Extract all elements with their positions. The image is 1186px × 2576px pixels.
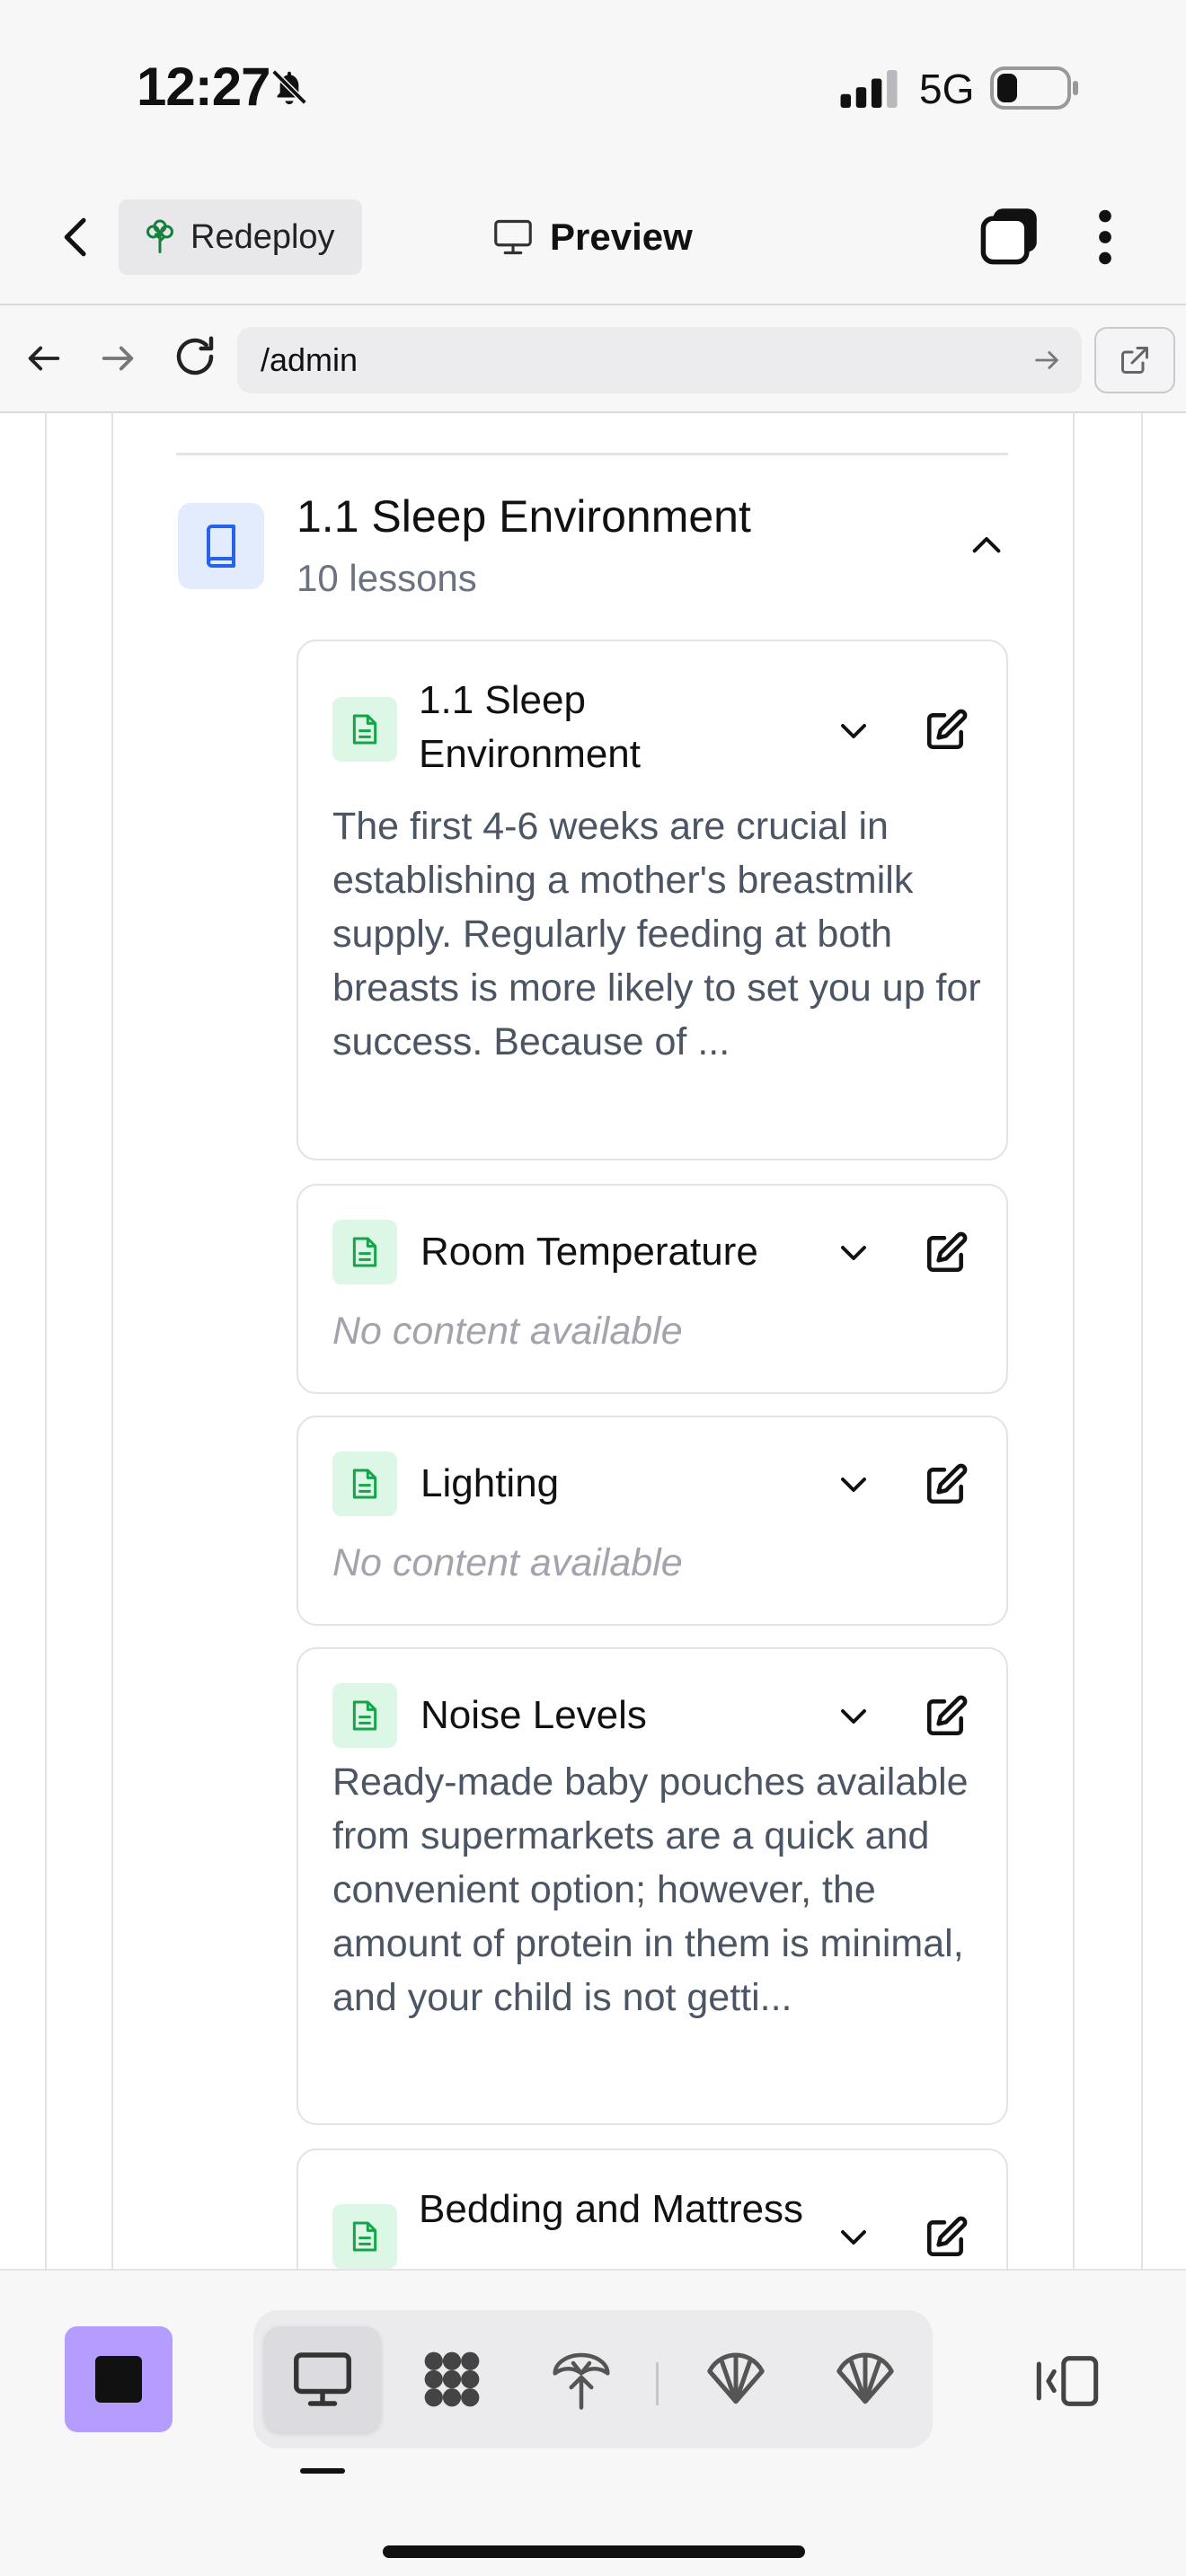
chevron-down-icon[interactable] <box>837 2224 870 2251</box>
edit-icon[interactable] <box>924 1231 969 1275</box>
lesson-icon-badge <box>332 1451 397 1516</box>
lesson-empty-text: No content available <box>332 1541 683 1584</box>
divider <box>176 453 1008 455</box>
mode-shell-b[interactable] <box>807 2326 924 2432</box>
lesson-preview: The first 4-6 weeks are crucial in estab… <box>332 805 981 1063</box>
url-field[interactable]: /admin <box>237 327 1082 393</box>
go-arrow-icon[interactable] <box>1031 345 1062 375</box>
edit-icon[interactable] <box>924 708 969 753</box>
chevron-down-icon[interactable] <box>837 1703 870 1730</box>
more-vertical-icon[interactable] <box>1087 208 1123 266</box>
lesson-card[interactable]: Noise Levels Ready-made baby pouches ava… <box>296 1647 1008 2125</box>
monitor-icon <box>494 219 532 255</box>
mode-deploy[interactable] <box>523 2326 640 2432</box>
battery-icon <box>990 66 1078 110</box>
view-mode-group <box>253 2310 933 2448</box>
shell-icon <box>836 2352 894 2404</box>
lesson-icon-badge <box>332 697 397 762</box>
book-icon <box>207 525 235 568</box>
page-content: 1.1 Sleep Environment 10 lessons 1.1 Sle… <box>0 413 1186 2269</box>
lesson-card[interactable]: Lighting No content available <box>296 1416 1008 1626</box>
active-mode-indicator <box>300 2468 345 2474</box>
open-external-button[interactable] <box>1094 327 1175 393</box>
edit-icon[interactable] <box>924 2215 969 2260</box>
document-icon <box>352 1469 377 1499</box>
lesson-preview: Ready-made baby pouches available from s… <box>332 1760 969 2019</box>
arrow-right-icon[interactable] <box>97 338 138 379</box>
mode-grid[interactable] <box>394 2326 510 2432</box>
document-icon <box>352 714 377 745</box>
mode-shell-a[interactable] <box>677 2326 794 2432</box>
redeploy-label: Redeploy <box>190 217 335 256</box>
lesson-card[interactable]: Bedding and Mattress <box>296 2148 1008 2269</box>
bottom-toolbar <box>0 2269 1186 2576</box>
external-link-icon <box>1121 347 1148 374</box>
url-text: /admin <box>261 341 358 378</box>
redeploy-button[interactable]: Redeploy <box>119 199 362 275</box>
module-icon-badge <box>178 503 264 589</box>
network-type: 5G <box>919 66 975 112</box>
preview-title[interactable]: Preview <box>492 210 693 264</box>
lesson-title: Room Temperature <box>420 1230 758 1274</box>
preview-label: Preview <box>550 216 693 258</box>
chevron-left-icon[interactable] <box>52 210 102 264</box>
chevron-down-icon[interactable] <box>837 1239 870 1266</box>
stop-button[interactable] <box>65 2326 173 2432</box>
status-time: 12:27 <box>137 57 270 117</box>
lesson-card[interactable]: Room Temperature No content available <box>296 1184 1008 1394</box>
monitor-icon <box>294 2352 351 2406</box>
chevron-up-icon[interactable] <box>969 528 1005 559</box>
module-lesson-count: 10 lessons <box>296 557 477 599</box>
tree-icon <box>553 2352 610 2410</box>
shell-icon <box>707 2352 765 2404</box>
home-indicator <box>383 2545 805 2558</box>
mode-desktop[interactable] <box>264 2326 381 2432</box>
mode-separator <box>656 2362 659 2405</box>
browser-bar: /admin <box>0 307 1186 413</box>
stop-icon <box>95 2356 142 2403</box>
lesson-empty-text: No content available <box>332 1310 683 1353</box>
edit-icon[interactable] <box>924 1694 969 1739</box>
chevron-down-icon[interactable] <box>837 718 870 745</box>
bell-slash-icon <box>271 69 307 105</box>
lesson-icon-badge <box>332 1220 397 1284</box>
module-title: 1.1 Sleep Environment <box>296 491 751 542</box>
lesson-title: Lighting <box>420 1461 560 1505</box>
reload-icon[interactable] <box>171 332 219 381</box>
lesson-title: Bedding and Mattress <box>419 2187 804 2231</box>
tree-icon <box>146 219 173 253</box>
document-icon <box>352 1700 377 1731</box>
lesson-title: Noise Levels <box>420 1693 647 1737</box>
lesson-title: 1.1 Sleep Environment <box>419 678 642 776</box>
status-bar: 12:27 5G <box>0 0 1186 171</box>
grid-icon <box>424 2351 480 2407</box>
chevron-down-icon[interactable] <box>837 1471 870 1498</box>
document-icon <box>352 2221 377 2252</box>
document-icon <box>352 1237 377 1267</box>
lesson-icon-badge <box>332 2204 397 2269</box>
panel-toggle-icon[interactable] <box>1033 2351 1102 2411</box>
edit-icon[interactable] <box>924 1462 969 1507</box>
lesson-icon-badge <box>332 1683 397 1748</box>
arrow-left-icon[interactable] <box>23 338 65 379</box>
app-header: Redeploy Preview <box>0 171 1186 305</box>
lesson-card[interactable]: 1.1 Sleep Environment The first 4-6 week… <box>296 640 1008 1160</box>
tabs-icon[interactable] <box>979 207 1039 266</box>
signal-icon <box>840 70 898 108</box>
